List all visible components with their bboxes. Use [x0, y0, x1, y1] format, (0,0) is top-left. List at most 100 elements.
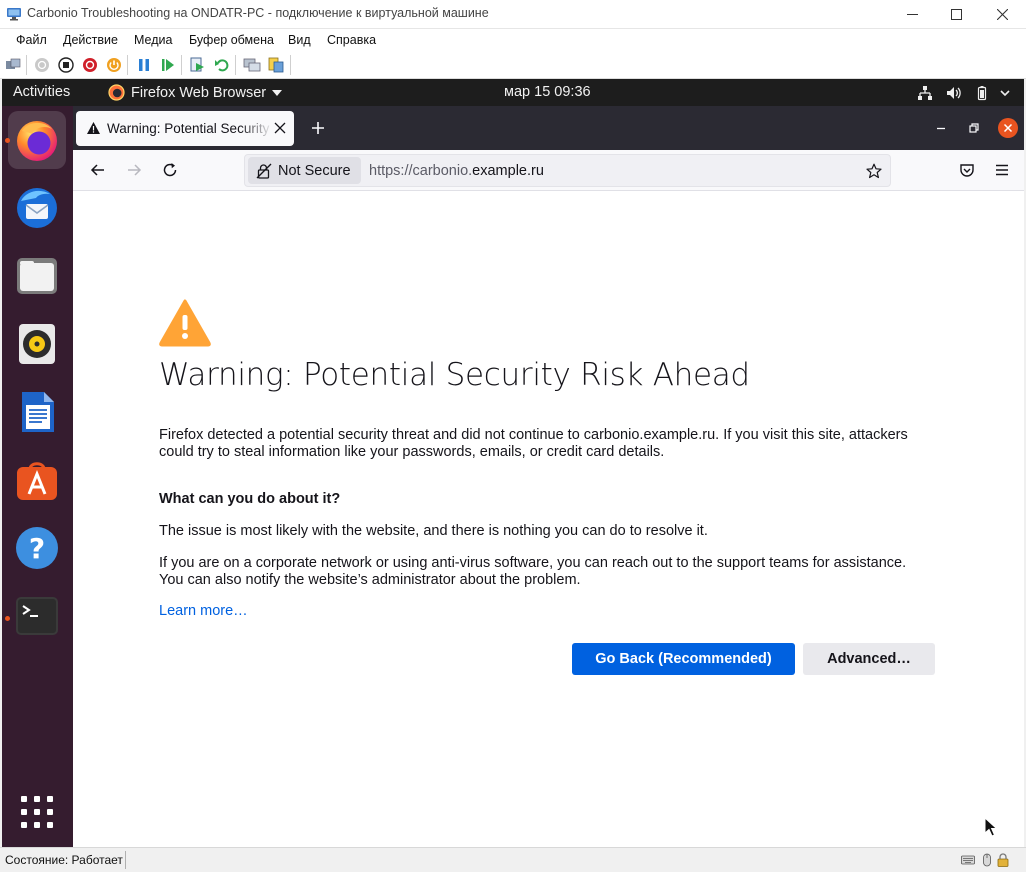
close-icon [996, 9, 1008, 20]
tab-close-icon[interactable] [274, 122, 286, 134]
minimize-icon [906, 14, 918, 15]
url-bar[interactable]: Not Secure https://carbonio.example.ru [244, 154, 891, 187]
page-title: Warning: Potential Security Risk Ahead [159, 357, 750, 393]
reload-button[interactable] [161, 161, 179, 179]
pocket-button[interactable] [958, 161, 976, 179]
new-tab-icon[interactable] [310, 120, 326, 136]
chevron-down-icon [1000, 89, 1010, 96]
share-icon [268, 57, 284, 73]
enhanced-session-button[interactable] [243, 56, 261, 74]
menu-media[interactable]: Медиа [134, 33, 172, 47]
help-icon: ? [16, 527, 58, 569]
revert-button[interactable] [213, 56, 231, 74]
host-toolbar [0, 51, 1026, 79]
libreoffice-writer-icon [22, 392, 54, 432]
pocket-icon [960, 164, 974, 177]
url-text[interactable]: https://carbonio.example.ru [369, 163, 544, 179]
share-button[interactable] [267, 56, 285, 74]
network-indicator[interactable] [916, 84, 934, 102]
back-button[interactable] [89, 161, 107, 179]
keyboard-icon [961, 855, 975, 865]
lock-icon [997, 853, 1009, 867]
gnome-top-bar: Activities Firefox Web Browser мар 15 09… [2, 79, 1024, 106]
arrow-left-icon [90, 164, 104, 176]
monitor-icon [243, 58, 261, 72]
arrow-right-icon [128, 164, 142, 176]
minimize-icon [937, 127, 945, 130]
minimize-button[interactable] [889, 0, 935, 29]
host-title-bar: Carbonio Troubleshooting на ONDATR-PC - … [0, 0, 1026, 29]
reset-power-icon [107, 58, 121, 72]
menu-file[interactable]: Файл [16, 33, 47, 47]
play-icon [162, 59, 174, 71]
vm-state-text: Состояние: Работает [5, 853, 123, 867]
shutdown-button[interactable] [81, 56, 99, 74]
dock-app-center[interactable] [8, 451, 66, 509]
activities-button[interactable]: Activities [13, 84, 70, 100]
revert-icon [215, 59, 229, 72]
ff-minimize-button[interactable] [931, 118, 951, 138]
menu-view[interactable]: Вид [288, 33, 311, 47]
ctrl-alt-del-button[interactable] [4, 56, 22, 74]
host-window-title: Carbonio Troubleshooting на ONDATR-PC - … [27, 6, 489, 20]
battery-indicator[interactable] [973, 84, 991, 102]
dock-firefox[interactable] [8, 111, 66, 169]
stop-icon [58, 57, 74, 73]
bookmark-star-icon[interactable] [866, 163, 882, 179]
network-wired-icon [918, 86, 932, 100]
navigation-toolbar: Not Secure https://carbonio.example.ru [73, 150, 1024, 191]
system-menu[interactable] [996, 84, 1014, 102]
menu-clipboard[interactable]: Буфер обмена [189, 33, 274, 47]
dock-help[interactable]: ? [8, 519, 66, 577]
advice-text: If you are on a corporate network or usi… [159, 555, 907, 588]
site-identity-button[interactable]: Not Secure [248, 157, 361, 184]
dock-libreoffice-writer[interactable] [8, 383, 66, 441]
thunderbird-icon [17, 188, 57, 228]
learn-more-link[interactable]: Learn more… [159, 603, 248, 619]
show-applications-button[interactable] [8, 783, 66, 841]
menu-action[interactable]: Действие [63, 33, 118, 47]
dock-terminal[interactable] [8, 587, 66, 645]
turn-off-button[interactable] [57, 56, 75, 74]
checkpoint-button[interactable] [189, 56, 207, 74]
firefox-window: Warning: Potential Security Risk Ahead [73, 106, 1024, 847]
go-back-button[interactable]: Go Back (Recommended) [572, 643, 795, 675]
pause-icon [139, 59, 149, 71]
rhythmbox-icon [19, 324, 55, 364]
menu-button[interactable] [993, 161, 1011, 179]
dock-rhythmbox[interactable] [8, 315, 66, 373]
advanced-button[interactable]: Advanced… [803, 643, 935, 675]
svg-text:?: ? [29, 532, 45, 565]
vm-screen[interactable]: Activities Firefox Web Browser мар 15 09… [2, 79, 1024, 847]
dock-files[interactable] [8, 247, 66, 305]
dock-thunderbird[interactable] [8, 179, 66, 237]
menu-help[interactable]: Справка [327, 33, 376, 47]
tab-security-warning[interactable]: Warning: Potential Security Risk Ahead [76, 111, 294, 146]
power-on-icon [35, 58, 49, 72]
pause-button[interactable] [135, 56, 153, 74]
forward-button[interactable] [125, 161, 143, 179]
tab-title: Warning: Potential Security Risk Ahead [107, 121, 273, 136]
dropdown-arrow-icon [272, 89, 283, 96]
app-center-icon [17, 462, 57, 500]
reason-text: The issue is most likely with the websit… [159, 523, 708, 539]
maximize-icon [950, 9, 962, 20]
volume-icon [947, 87, 961, 99]
clock[interactable]: мар 15 09:36 [504, 84, 591, 100]
firefox-small-icon [108, 84, 125, 101]
not-secure-label: Not Secure [278, 162, 351, 179]
start-button[interactable] [33, 56, 51, 74]
vm-connection-icon [7, 8, 21, 21]
resume-button[interactable] [159, 56, 177, 74]
volume-indicator[interactable] [945, 84, 963, 102]
mouse-icon [983, 853, 991, 867]
close-icon [1003, 123, 1013, 133]
app-menu[interactable]: Firefox Web Browser [108, 84, 283, 101]
grid-icon [21, 796, 53, 828]
ff-restore-button[interactable] [964, 118, 984, 138]
url-prefix: https://carbonio. [369, 163, 473, 179]
maximize-button[interactable] [933, 0, 979, 29]
ff-close-button[interactable] [998, 118, 1018, 138]
reset-button[interactable] [105, 56, 123, 74]
close-button[interactable] [979, 0, 1025, 29]
